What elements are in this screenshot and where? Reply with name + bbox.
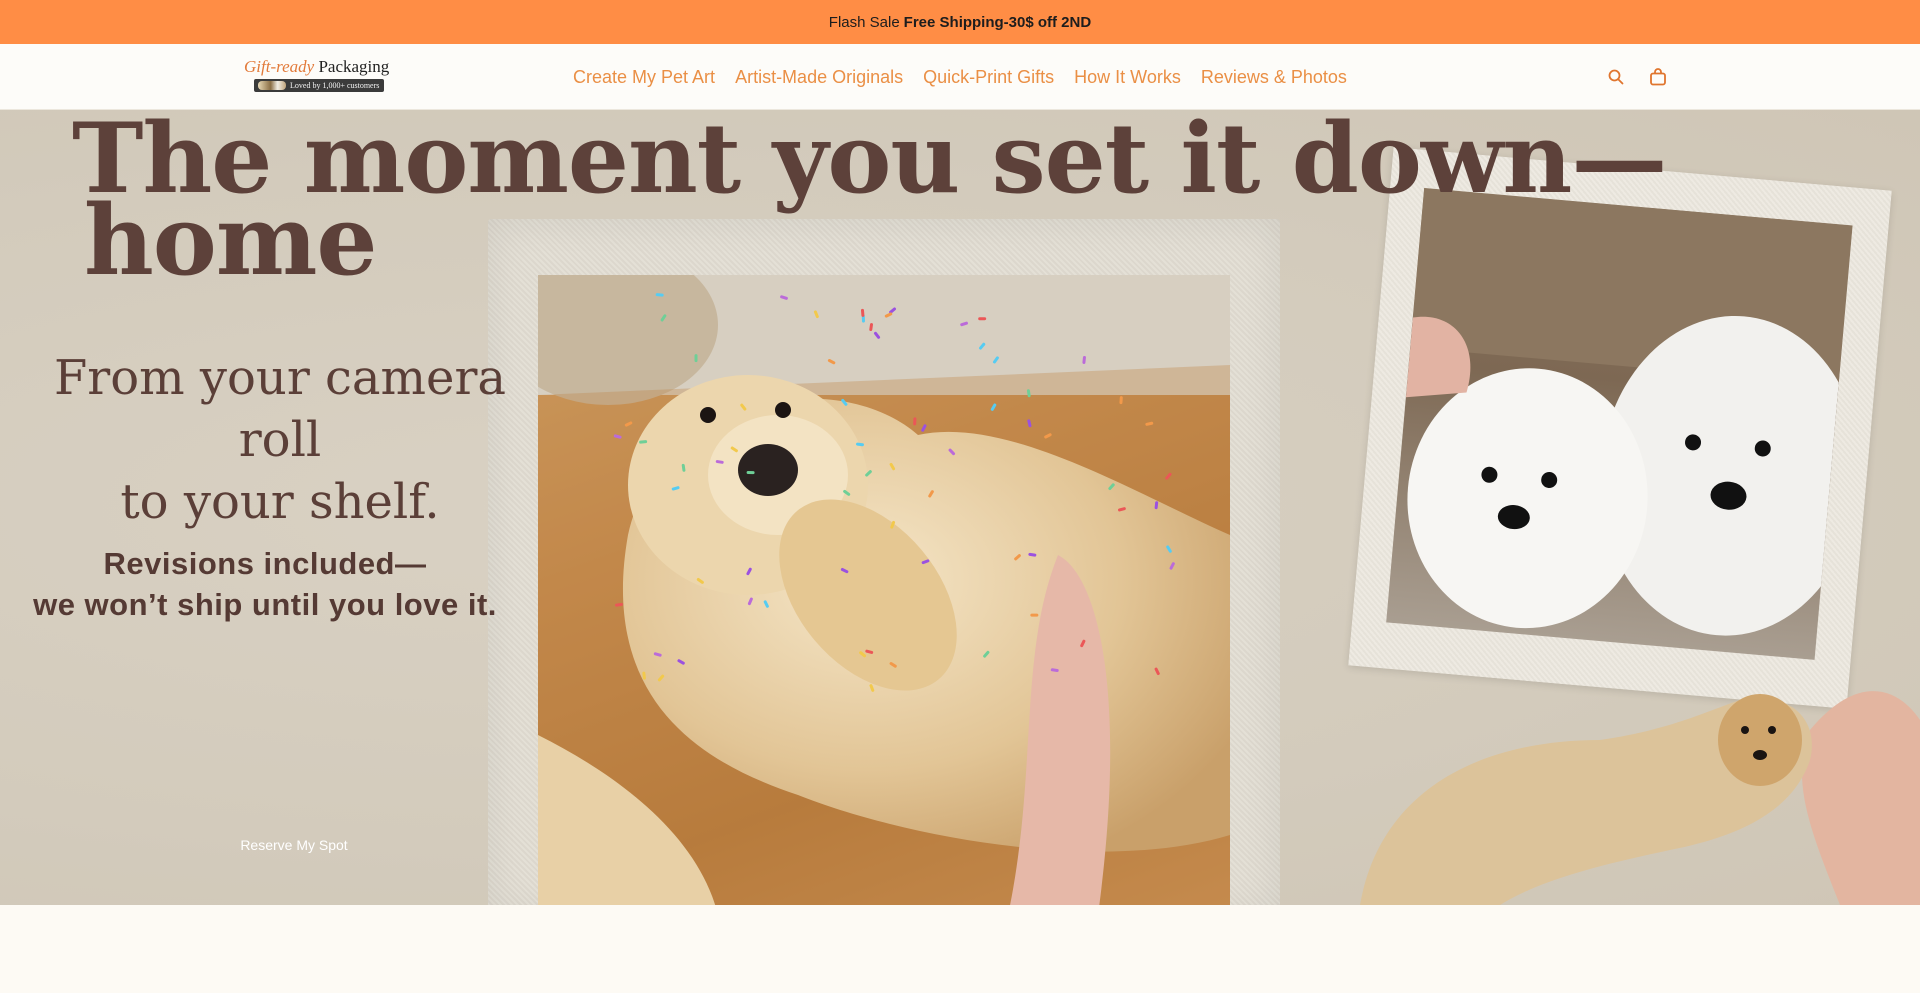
confetti-piece [1030, 613, 1039, 617]
dogs-thumbnail-icon [258, 81, 286, 90]
felted-golden-illustration [1360, 691, 1920, 905]
shopping-bag-icon[interactable] [1647, 66, 1669, 88]
logo-customer-badge: Loved by 1,000+ customers [254, 79, 384, 92]
announcement-bar: Flash Sale Free Shipping-30$ off 2ND [0, 0, 1920, 44]
site-header: Gift-ready Packaging Loved by 1,000+ cus… [0, 44, 1920, 110]
site-logo[interactable]: Gift-ready Packaging Loved by 1,000+ cus… [244, 57, 390, 96]
reserve-my-spot-button[interactable]: Reserve My Spot [210, 837, 378, 853]
nav-artist-made-originals[interactable]: Artist-Made Originals [735, 67, 903, 88]
confetti-piece [746, 471, 755, 475]
revisions-line1: Revisions included— [103, 546, 427, 581]
hero-subheadline-line2: to your shelf. [120, 474, 440, 530]
nav-quick-print-gifts[interactable]: Quick-Print Gifts [923, 67, 1054, 88]
logo-wordmark: Gift-ready Packaging [244, 57, 390, 76]
announcement-prefix: Flash Sale [828, 13, 900, 31]
announcement-highlight: Free Shipping-30$ off 2ND [903, 13, 1092, 31]
nav-how-it-works[interactable]: How It Works [1074, 67, 1181, 88]
nav-reviews-photos[interactable]: Reviews & Photos [1201, 67, 1347, 88]
logo-word-giftready: Gift-ready [244, 57, 315, 76]
revisions-note: Revisions included— we won’t ship until … [10, 543, 520, 625]
hero-headline: The moment you set it down— home [72, 111, 1667, 289]
confetti-piece [978, 317, 987, 321]
logo-word-packaging: Packaging [318, 57, 390, 76]
main-nav: Create My Pet Art Artist-Made Originals … [573, 44, 1347, 110]
confetti-piece [694, 354, 698, 363]
nav-create-my-pet-art[interactable]: Create My Pet Art [573, 67, 715, 88]
search-icon[interactable] [1605, 66, 1627, 88]
confetti-piece [913, 417, 917, 426]
confetti-piece [1119, 396, 1123, 405]
hero-subheadline-line1: From your camera roll [53, 350, 507, 468]
felted-golden-photo [1340, 630, 1920, 905]
golden-puppy-illustration [538, 275, 1230, 905]
hero-subheadline: From your camera roll to your shelf. [20, 347, 540, 533]
revisions-line2: we won’t ship until you love it. [33, 587, 497, 622]
logo-badge-text: Loved by 1,000+ customers [290, 81, 380, 90]
golden-puppy-photo [538, 275, 1230, 905]
hero-section: The moment you set it down— home From yo… [0, 110, 1920, 905]
